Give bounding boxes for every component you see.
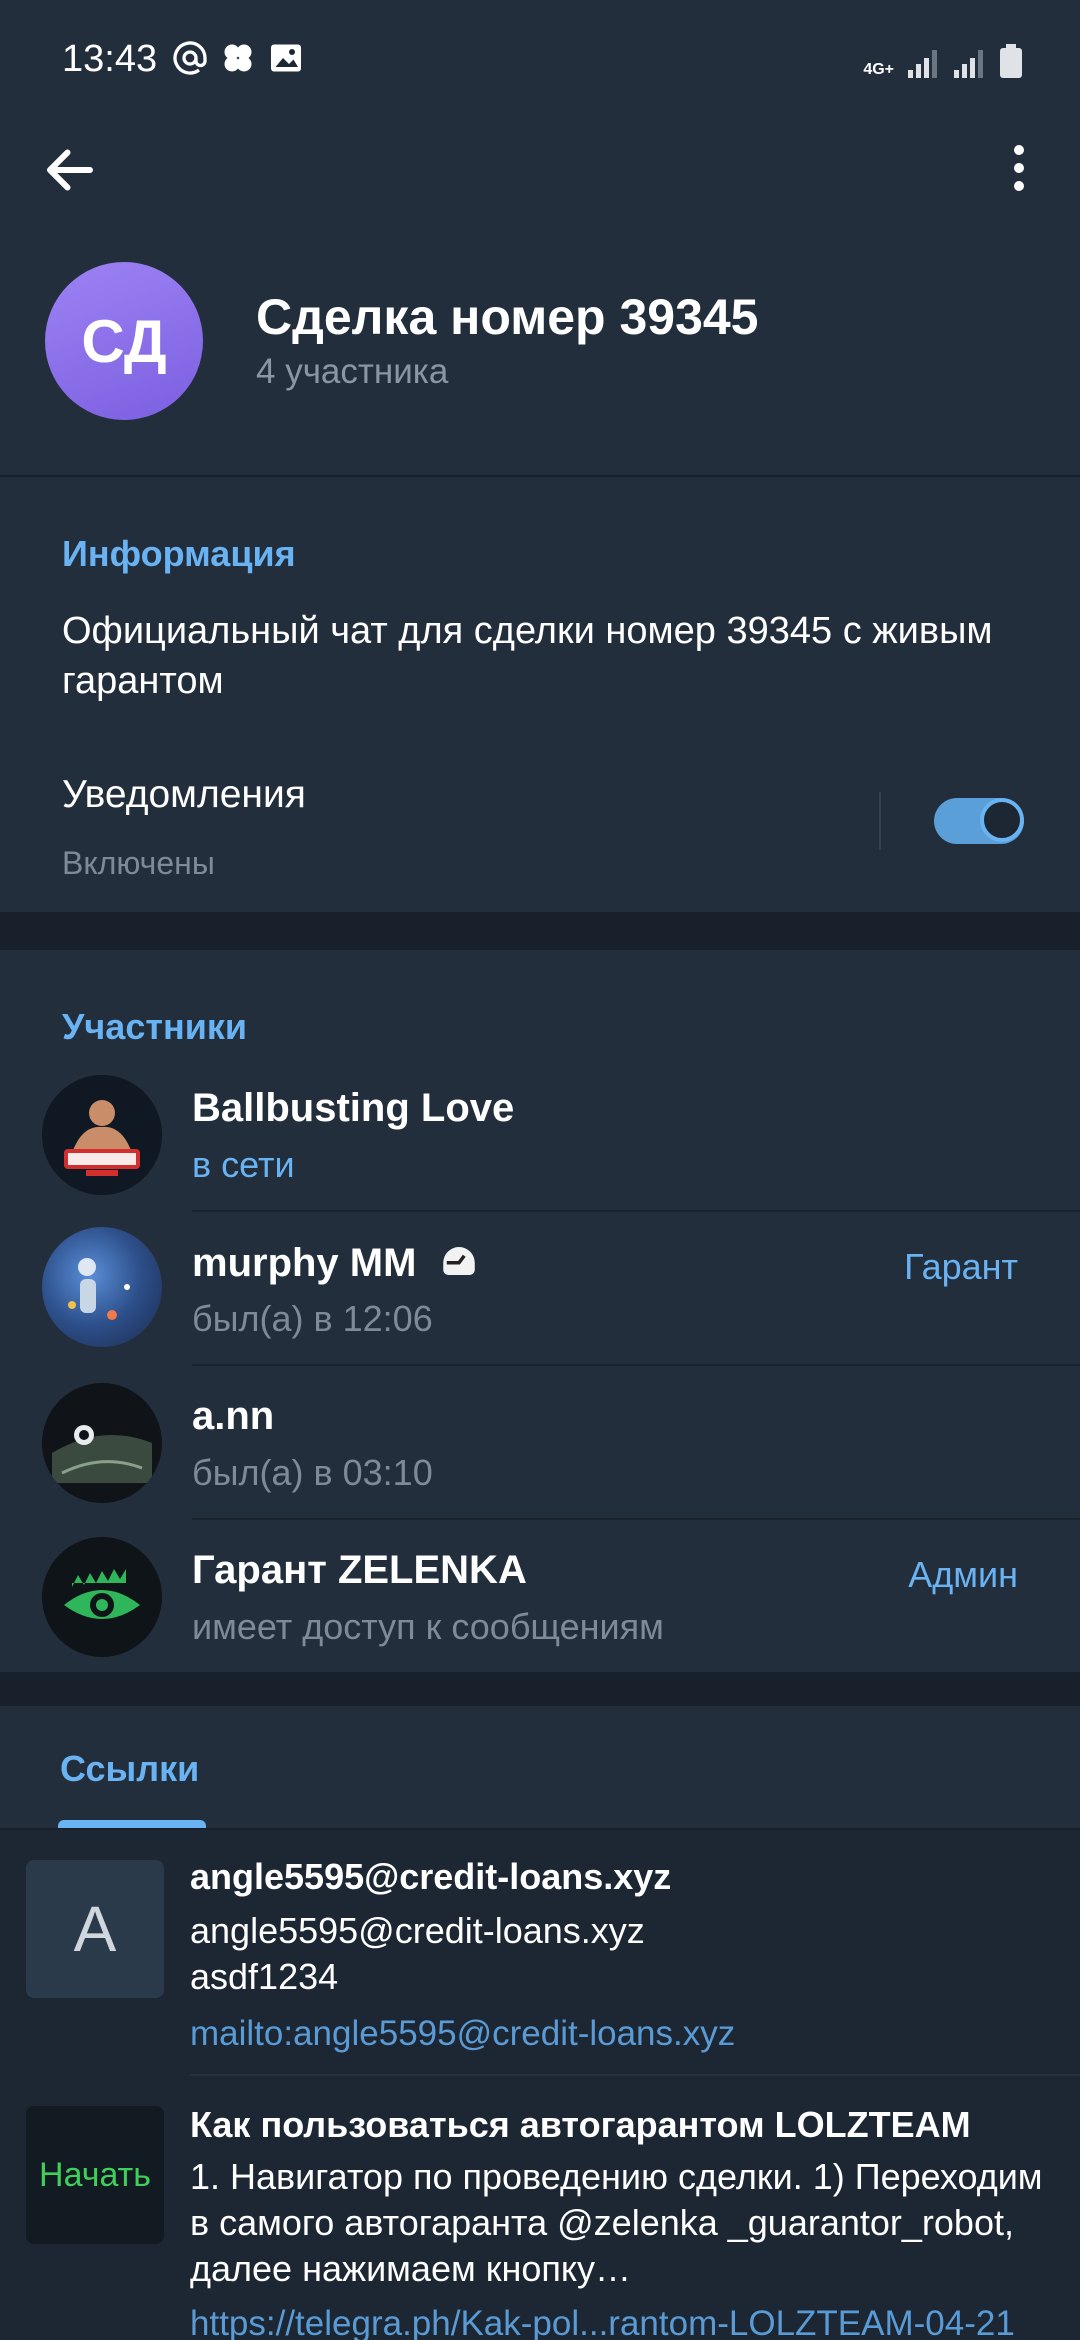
member-role: Гарант bbox=[904, 1246, 1018, 1287]
image-icon bbox=[271, 44, 301, 72]
notifications-toggle[interactable] bbox=[934, 798, 1024, 844]
more-options-icon[interactable] bbox=[1004, 140, 1034, 204]
avatar-art bbox=[68, 1258, 130, 1320]
link-thumb-text: Начать bbox=[39, 2155, 151, 2194]
notifications-status: Включены bbox=[62, 845, 215, 881]
link-thumbnail: A bbox=[26, 1860, 164, 1998]
link-url[interactable]: mailto:angle5595@credit-loans.xyz bbox=[190, 2014, 735, 2054]
info-section-title: Информация bbox=[62, 533, 296, 574]
section-gap bbox=[0, 912, 1080, 950]
network-type: 4G+ bbox=[863, 61, 894, 78]
link-item[interactable]: A angle5595@credit-loans.xyz angle5595@c… bbox=[0, 1830, 1080, 2074]
member-avatar bbox=[42, 1383, 162, 1503]
link-line: angle5595@credit-loans.xyz bbox=[190, 1910, 645, 1951]
member-name: Ballbusting Love bbox=[192, 1086, 515, 1130]
member-name-text: murphy MM bbox=[192, 1241, 417, 1285]
link-line: asdf1234 bbox=[190, 1956, 339, 1997]
participants-count: 4 участника bbox=[256, 352, 449, 391]
link-title: angle5595@credit-loans.xyz bbox=[190, 1856, 672, 1897]
member-role: Админ bbox=[908, 1554, 1018, 1595]
link-thumbnail: Начать bbox=[26, 2106, 164, 2244]
member-status: имеет доступ к сообщениям bbox=[192, 1606, 664, 1647]
helmet-emoji-icon bbox=[442, 1247, 475, 1275]
toggle-knob bbox=[980, 798, 1024, 842]
member-row[interactable]: a.nn был(а) в 03:10 bbox=[0, 1366, 1080, 1520]
member-status: был(а) в 03:10 bbox=[192, 1452, 433, 1493]
chat-avatar[interactable]: СД bbox=[45, 262, 203, 420]
member-row[interactable]: Ballbusting Love в сети bbox=[0, 1058, 1080, 1212]
member-name: Гарант ZELENKA bbox=[192, 1548, 527, 1592]
status-time: 13:43 bbox=[62, 38, 158, 80]
notifications-label[interactable]: Уведомления bbox=[62, 773, 306, 817]
clover-icon bbox=[224, 44, 252, 72]
zelenka-eye-logo bbox=[64, 1569, 140, 1619]
link-item[interactable]: Начать Как пользоваться автогарантом LOL… bbox=[0, 2076, 1080, 2340]
member-status: был(а) в 12:06 bbox=[192, 1298, 433, 1339]
section-gap bbox=[0, 1672, 1080, 1706]
link-description: 1. Навигатор по проведению сделки. 1) Пе… bbox=[190, 2156, 1043, 2289]
tab-links[interactable]: Ссылки bbox=[60, 1748, 199, 1790]
battery-icon bbox=[1000, 44, 1022, 78]
back-arrow-icon[interactable] bbox=[40, 140, 100, 200]
member-avatar bbox=[42, 1227, 162, 1347]
avatar-art bbox=[52, 1425, 152, 1483]
link-url[interactable]: https://telegra.ph/Kak-pol...rantom-LOLZ… bbox=[190, 2304, 1015, 2340]
member-row[interactable]: Гарант ZELENKA имеет доступ к сообщениям… bbox=[0, 1520, 1080, 1674]
vertical-divider bbox=[879, 792, 881, 850]
signal-icon bbox=[908, 48, 940, 78]
chat-description[interactable]: Официальный чат для сделки номер 39345 с… bbox=[62, 606, 1022, 706]
member-name: a.nn bbox=[192, 1394, 275, 1438]
signal-icon-2 bbox=[954, 48, 986, 78]
member-avatar bbox=[42, 1537, 162, 1657]
members-section-title: Участники bbox=[62, 1006, 247, 1047]
at-icon bbox=[173, 41, 207, 75]
member-row[interactable]: murphy MM был(а) в 12:06 Гарант bbox=[0, 1212, 1080, 1366]
member-avatar bbox=[42, 1075, 162, 1195]
media-tabs: Ссылки bbox=[0, 1706, 1080, 1830]
muscular-team-logo bbox=[42, 1075, 162, 1195]
member-name: murphy MM bbox=[192, 1240, 480, 1286]
chat-title: Сделка номер 39345 bbox=[256, 289, 759, 345]
member-status: в сети bbox=[192, 1144, 295, 1185]
status-indicators: 4G+ bbox=[863, 44, 1022, 78]
link-title: Как пользоваться автогарантом LOLZTEAM bbox=[190, 2104, 971, 2145]
status-icons bbox=[172, 40, 304, 76]
link-thumb-letter: A bbox=[73, 1893, 117, 1965]
